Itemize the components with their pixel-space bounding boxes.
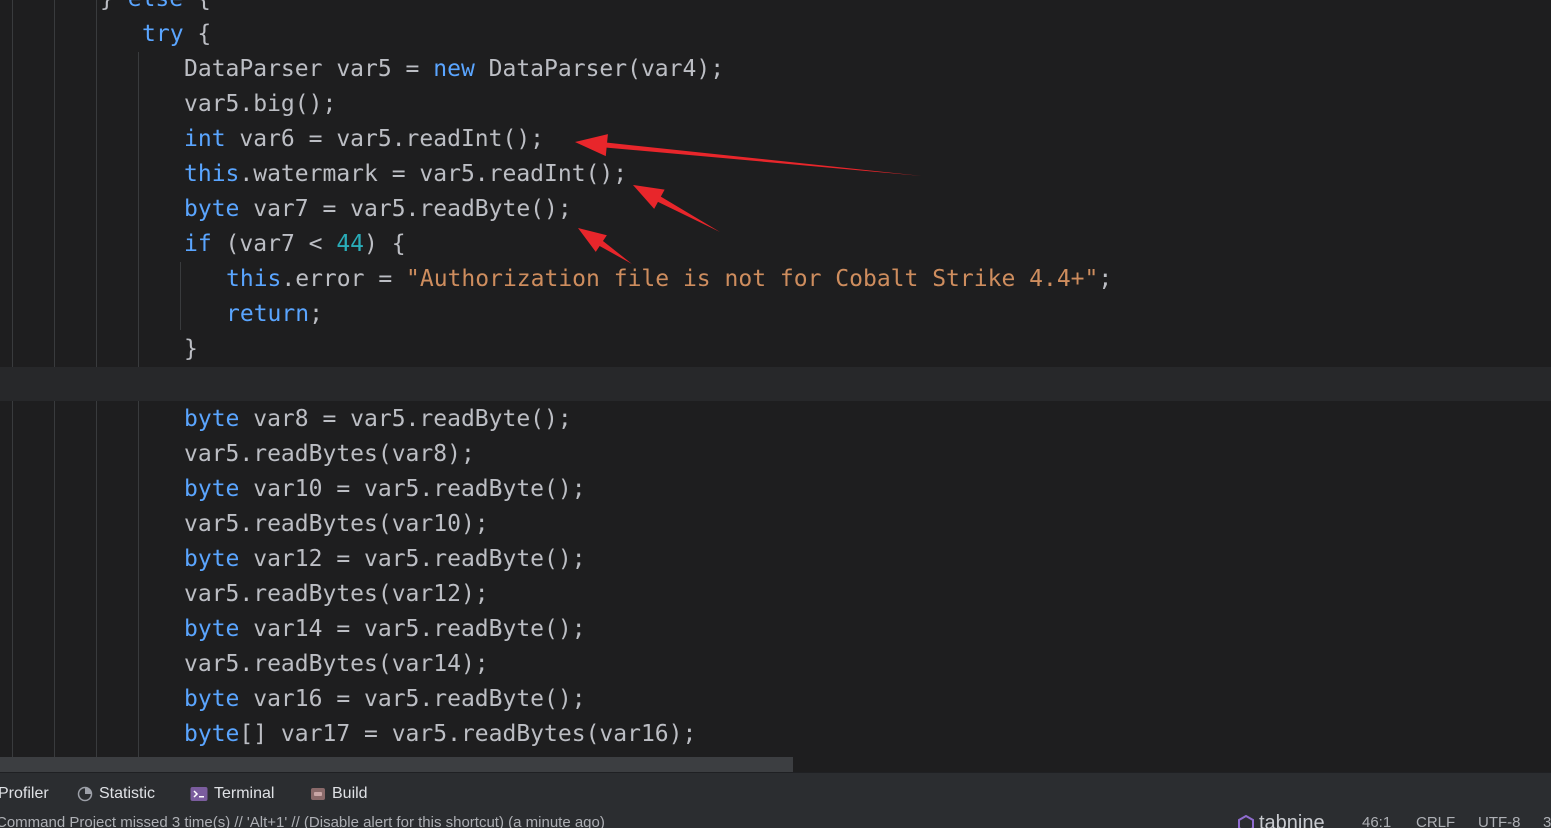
code-line[interactable]: byte var7 = var5.readByte(); xyxy=(184,192,572,227)
indent-guide xyxy=(180,262,181,330)
terminal-icon xyxy=(190,786,208,802)
code-token: var5.readBytes(var14); xyxy=(184,651,489,677)
code-line[interactable]: var5.big(); xyxy=(184,87,336,122)
line-ending[interactable]: CRLF xyxy=(1416,814,1455,828)
code-line[interactable]: DataParser var5 = new DataParser(var4); xyxy=(184,52,724,87)
code-token: var12 = var5.readByte(); xyxy=(239,546,586,572)
code-token: { xyxy=(183,21,212,47)
code-line[interactable]: } else { xyxy=(100,0,211,17)
statistic-tab-label: Statistic xyxy=(99,785,156,802)
code-line[interactable]: var5.readBytes(var10); xyxy=(184,507,489,542)
code-token: ) { xyxy=(364,231,406,257)
code-line[interactable]: var5.readBytes(var8); xyxy=(184,437,475,472)
code-token: byte xyxy=(184,546,240,572)
code-token: ; xyxy=(309,301,323,327)
code-editor[interactable]: } else {try {DataParser var5 = new DataP… xyxy=(0,0,1551,757)
code-line[interactable]: } xyxy=(184,332,198,367)
code-line[interactable]: byte[] var17 = var5.readBytes(var16); xyxy=(184,717,696,752)
code-token: this xyxy=(184,161,240,187)
statistic-icon xyxy=(77,786,93,802)
code-token: ; xyxy=(1098,266,1113,292)
code-token: } xyxy=(184,336,198,362)
build-icon xyxy=(310,786,326,802)
code-token: else xyxy=(128,0,183,12)
tabnine-icon xyxy=(1237,814,1255,828)
code-token: var5.readBytes(var10); xyxy=(184,511,489,537)
code-line[interactable]: return; xyxy=(226,297,323,332)
code-line[interactable]: try { xyxy=(142,17,211,52)
code-token: { xyxy=(183,0,211,12)
terminal-tab-label: Terminal xyxy=(214,785,275,802)
annotation-arrow xyxy=(578,228,632,264)
code-line[interactable]: this.error = "Authorization file is not … xyxy=(226,262,1112,297)
code-token: var5.big(); xyxy=(184,91,337,117)
caret-position[interactable]: 46:1 xyxy=(1362,814,1391,828)
code-token: byte xyxy=(184,406,240,432)
statistic-tab[interactable]: Statistic xyxy=(77,783,155,805)
code-token: .error = xyxy=(281,266,407,292)
status-extra[interactable]: 3 xyxy=(1543,814,1551,828)
code-token: DataParser var5 = xyxy=(184,56,434,82)
code-token: byte xyxy=(184,476,240,502)
code-line[interactable]: byte var16 = var5.readByte(); xyxy=(184,682,586,717)
code-token: var5.readBytes(var12); xyxy=(184,581,489,607)
tool-window-bar: Profiler Statistic Terminal Build xyxy=(0,772,1551,813)
code-token: .watermark = var5.readInt(); xyxy=(239,161,628,187)
code-token: } xyxy=(100,0,128,12)
code-token: DataParser(var4); xyxy=(474,56,725,82)
code-line[interactable]: byte var10 = var5.readByte(); xyxy=(184,472,586,507)
code-token: var16 = var5.readByte(); xyxy=(239,686,586,712)
code-line[interactable]: byte var14 = var5.readByte(); xyxy=(184,612,586,647)
tabnine-widget[interactable]: tabnine xyxy=(1237,812,1325,828)
build-tab-label: Build xyxy=(332,785,368,802)
code-token: var5.readBytes(var8); xyxy=(184,441,475,467)
code-token: int xyxy=(184,126,226,152)
code-token: var14 = var5.readByte(); xyxy=(239,616,586,642)
profiler-tab[interactable]: Profiler xyxy=(0,783,49,805)
code-token: byte xyxy=(184,616,240,642)
code-line[interactable]: if (var7 < 44) { xyxy=(184,227,406,262)
code-token: var10 = var5.readByte(); xyxy=(239,476,586,502)
code-token: var8 = var5.readByte(); xyxy=(239,406,572,432)
code-token: new xyxy=(433,56,475,82)
code-token: var7 = var5.readByte(); xyxy=(239,196,572,222)
current-line-highlight xyxy=(0,367,1551,401)
code-line[interactable]: var5.readBytes(var14); xyxy=(184,647,489,682)
code-token: byte xyxy=(184,686,240,712)
status-message[interactable]: Command Project missed 3 time(s) // 'Alt… xyxy=(0,814,605,828)
code-token: [] var17 = var5.readBytes(var16); xyxy=(239,721,697,747)
status-bar: Command Project missed 3 time(s) // 'Alt… xyxy=(0,812,1551,828)
profiler-tab-label: Profiler xyxy=(0,785,49,802)
code-token: return xyxy=(226,301,310,327)
tabnine-label: tabnine xyxy=(1259,812,1325,828)
code-token: if xyxy=(184,231,212,257)
code-line[interactable]: byte var8 = var5.readByte(); xyxy=(184,402,572,437)
horizontal-scrollbar-thumb[interactable] xyxy=(0,757,793,772)
build-tab[interactable]: Build xyxy=(310,783,368,805)
code-token: this xyxy=(226,266,282,292)
code-token: try xyxy=(142,21,184,47)
code-line[interactable]: var5.readBytes(var12); xyxy=(184,577,489,612)
code-token: 44 xyxy=(336,231,365,257)
code-token: byte xyxy=(184,721,240,747)
code-token: (var7 < xyxy=(211,231,337,257)
code-line[interactable]: int var6 = var5.readInt(); xyxy=(184,122,544,157)
file-encoding[interactable]: UTF-8 xyxy=(1478,814,1521,828)
indent-guide xyxy=(138,52,139,757)
code-token: var6 = var5.readInt(); xyxy=(225,126,545,152)
code-line[interactable]: this.watermark = var5.readInt(); xyxy=(184,157,627,192)
code-line[interactable]: byte var12 = var5.readByte(); xyxy=(184,542,586,577)
code-token: "Authorization file is not for Cobalt St… xyxy=(406,266,1099,292)
annotation-arrow xyxy=(633,185,720,232)
code-token: byte xyxy=(184,196,240,222)
terminal-tab[interactable]: Terminal xyxy=(190,783,274,805)
